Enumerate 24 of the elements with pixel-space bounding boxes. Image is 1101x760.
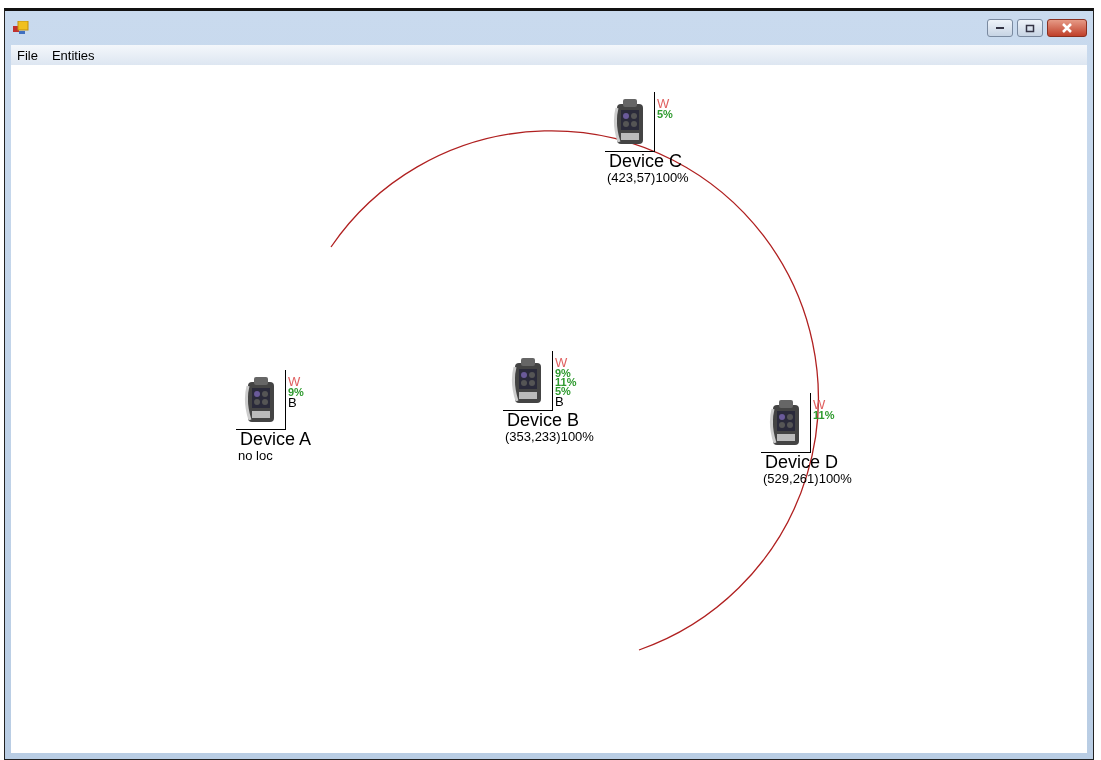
- status-label: B: [555, 396, 564, 408]
- status-label: 11%: [555, 378, 577, 387]
- status-label: W: [288, 376, 301, 388]
- device-name: Device B: [507, 411, 581, 430]
- status-label: 5%: [555, 387, 571, 396]
- minimize-button[interactable]: [987, 19, 1013, 37]
- status-label: W: [657, 98, 670, 110]
- menu-item[interactable]: Entities: [45, 47, 101, 63]
- status-label: 5%: [657, 110, 673, 119]
- close-icon: [1061, 23, 1073, 33]
- status-label: B: [288, 397, 297, 409]
- maximize-button[interactable]: [1017, 19, 1043, 37]
- device-location: (423,57)100%: [607, 171, 689, 185]
- menu-item[interactable]: File: [11, 47, 44, 63]
- app-icon: [13, 21, 29, 35]
- status-label: 9%: [288, 388, 304, 397]
- status-label: W: [555, 357, 568, 369]
- device-location: (353,233)100%: [505, 430, 594, 444]
- minimize-icon: [995, 26, 1005, 30]
- device-name: Device A: [240, 430, 312, 449]
- maximize-icon: [1025, 23, 1035, 33]
- close-button[interactable]: [1047, 19, 1087, 37]
- status-label: 9%: [555, 369, 571, 378]
- device-location: no loc: [238, 449, 274, 463]
